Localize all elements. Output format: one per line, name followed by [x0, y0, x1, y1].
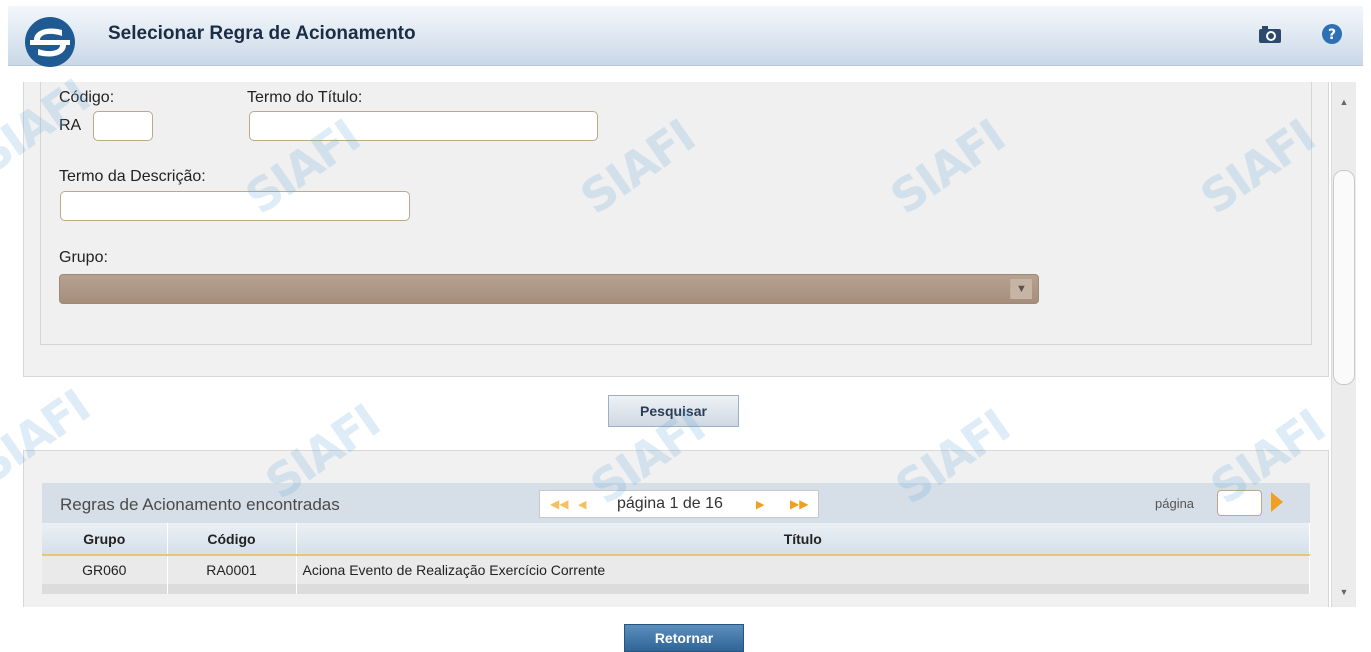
goto-page-input[interactable]	[1217, 490, 1262, 516]
column-header-titulo[interactable]: Título	[296, 523, 1310, 556]
cell-codigo	[167, 584, 297, 594]
termo-titulo-label: Termo do Título:	[247, 89, 363, 106]
prev-page-icon[interactable]: ◀	[578, 498, 586, 511]
termo-descricao-label: Termo da Descrição:	[59, 168, 206, 185]
page-title: Selecionar Regra de Acionamento	[108, 23, 416, 44]
content-frame: Código: RA Termo do Título: Termo da Des…	[23, 82, 1329, 607]
window-header: Selecionar Regra de Acionamento ?	[8, 6, 1363, 67]
column-header-codigo[interactable]: Código	[167, 523, 297, 556]
last-page-icon[interactable]: ▶▶	[790, 497, 808, 511]
pager: ◀◀ ◀ página 1 de 16 ▶ ▶▶	[539, 490, 819, 518]
grupo-label: Grupo:	[59, 249, 108, 266]
filter-panel: Código: RA Termo do Título: Termo da Des…	[23, 82, 1329, 377]
siafi-logo-icon	[25, 17, 75, 67]
scroll-down-icon[interactable]: ▼	[1332, 582, 1356, 602]
cell-codigo: RA0001	[167, 555, 297, 584]
cell-titulo: Aciona Evento de Realização Exercício Co…	[296, 555, 1310, 584]
column-header-grupo[interactable]: Grupo	[42, 523, 168, 556]
results-panel: Regras de Acionamento encontradas ◀◀ ◀ p…	[23, 450, 1329, 607]
table-header-row: Grupo Código Título	[42, 523, 1310, 556]
goto-page-label: página	[1155, 496, 1195, 511]
results-table: Grupo Código Título GR060 RA0001 Aciona …	[42, 523, 1310, 594]
cell-grupo	[42, 584, 168, 594]
scroll-up-icon[interactable]: ▲	[1332, 92, 1356, 112]
codigo-input[interactable]	[93, 111, 153, 141]
results-title: Regras de Acionamento encontradas	[60, 495, 340, 514]
svg-text:?: ?	[1328, 27, 1336, 43]
table-row[interactable]: GR060 RA0001 Aciona Evento de Realização…	[42, 555, 1310, 584]
filter-box: Código: RA Termo do Título: Termo da Des…	[40, 82, 1312, 345]
chevron-down-icon[interactable]: ▼	[1010, 279, 1032, 299]
codigo-prefix: RA	[59, 117, 82, 134]
table-row[interactable]	[42, 584, 1310, 594]
scrollbar-thumb[interactable]	[1333, 170, 1355, 385]
vertical-scrollbar[interactable]: ▲ ▼	[1331, 82, 1356, 607]
grupo-select[interactable]: ▼	[59, 274, 1039, 304]
camera-icon[interactable]	[1257, 22, 1283, 46]
help-icon[interactable]: ?	[1320, 22, 1346, 46]
goto-page-arrow-icon[interactable]	[1271, 492, 1283, 512]
search-button[interactable]: Pesquisar	[608, 395, 739, 427]
codigo-label: Código:	[59, 89, 115, 106]
termo-descricao-input[interactable]	[60, 191, 410, 221]
termo-titulo-input[interactable]	[249, 111, 598, 141]
return-button[interactable]: Retornar	[624, 624, 744, 652]
cell-titulo	[296, 584, 1310, 594]
first-page-icon[interactable]: ◀◀	[550, 497, 568, 511]
pager-text: página 1 de 16	[617, 495, 723, 512]
cell-grupo: GR060	[42, 555, 168, 584]
results-header: Regras de Acionamento encontradas ◀◀ ◀ p…	[42, 483, 1310, 523]
next-page-icon[interactable]: ▶	[756, 498, 764, 511]
